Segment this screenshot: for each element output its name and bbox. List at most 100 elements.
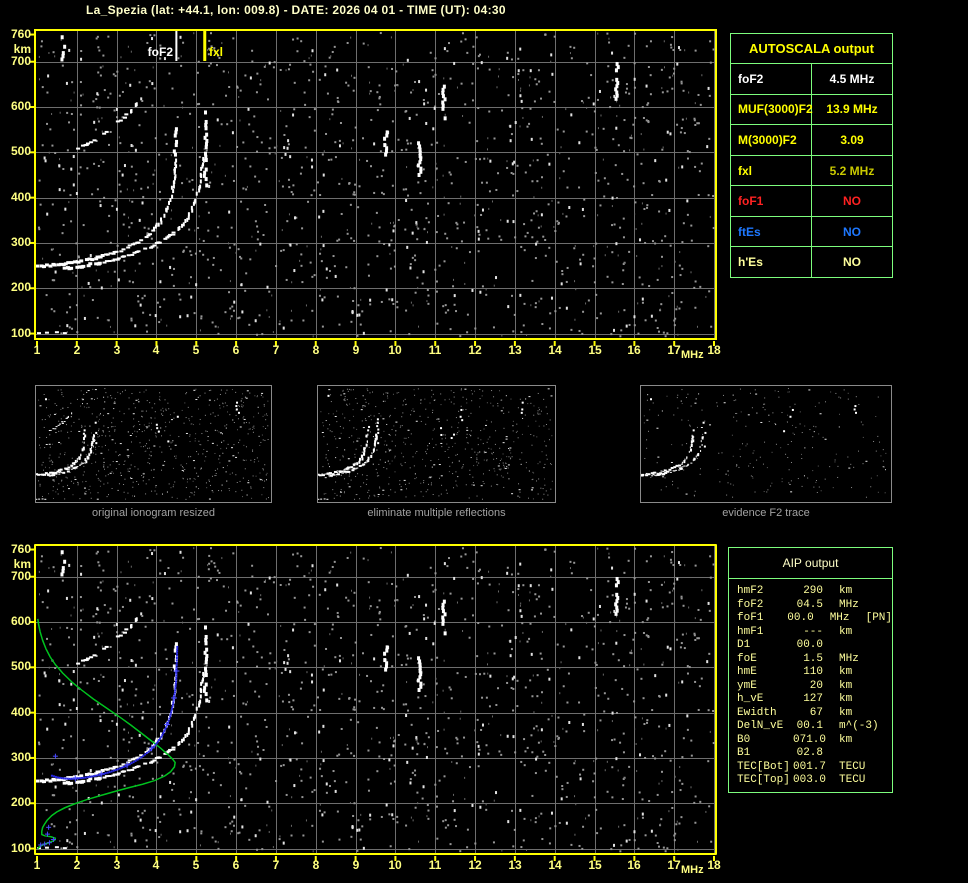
- aip-row-value: 001.7: [793, 760, 827, 773]
- aip-row-value: 67: [809, 706, 823, 719]
- thumbnail-eliminate-canvas: [318, 386, 555, 502]
- autoscala-row-value: NO: [843, 255, 861, 270]
- y-axis-tick-label: 760: [10, 27, 31, 41]
- autoscala-row: M(3000)F2 3.09: [731, 124, 892, 155]
- aip-row-label: TEC[Bot]: [737, 760, 790, 773]
- aip-row-unit: [839, 747, 877, 761]
- aip-row-label: TEC[Top]: [737, 774, 790, 786]
- aip-row-label: D1: [737, 639, 751, 651]
- aip-row: foE 1.5 MHz: [737, 653, 892, 667]
- thumbnail-original-ionogram: [35, 385, 272, 503]
- aip-row: hmF2 290 km: [737, 585, 892, 599]
- x-axis-tick-label: 9: [352, 858, 360, 872]
- x-axis-tick-label: 7: [272, 343, 280, 357]
- x-axis-tick-label: 5: [192, 343, 200, 357]
- x-axis-tick-label: 1: [33, 858, 41, 872]
- y-axis-tick-label: 600: [10, 614, 31, 628]
- x-axis-tick-label: 8: [312, 343, 320, 357]
- y-axis-tick-label: 300: [10, 750, 31, 764]
- autoscala-row-label: fxl: [731, 155, 812, 186]
- thumbnail-caption-original: original ionogram resized: [92, 507, 215, 519]
- y-axis-tick-label: 700: [10, 569, 31, 583]
- x-axis-tick-label: 9: [352, 343, 360, 357]
- aip-row-label: ymE: [737, 679, 757, 692]
- y-axis-tick-label: 500: [10, 144, 31, 158]
- aip-row-unit: km: [839, 666, 853, 678]
- aip-row-label: hmF1: [737, 625, 764, 638]
- y-axis-tick-label: 600: [10, 99, 31, 113]
- x-axis-tick-label: 1: [33, 343, 41, 357]
- aip-row-unit: TECU: [839, 774, 866, 786]
- aip-row-label: Ewidth: [737, 706, 777, 719]
- thumbnail-caption-eliminate: eliminate multiple reflections: [367, 507, 506, 519]
- thumbnail-eliminate-reflections: [317, 385, 556, 503]
- aip-row-value: 02.8: [796, 747, 823, 759]
- x-axis-tick-label: 11: [428, 858, 442, 872]
- autoscala-row-label: ftEs: [731, 216, 812, 247]
- x-axis-tick-label: 11: [428, 343, 442, 357]
- aip-row-value: 00.0: [787, 612, 814, 624]
- aip-row-label: DelN_vE: [737, 720, 784, 732]
- aip-row-unit: m^(-3): [839, 720, 879, 732]
- x-axis-tick-label: 18: [707, 858, 721, 872]
- aip-row-unit: km: [839, 585, 853, 597]
- thumbnail-evidence-f2: [640, 385, 892, 503]
- autoscala-row-value: 5.2 MHz: [829, 163, 875, 178]
- aip-panel-header: AIP output: [729, 548, 892, 579]
- thumbnail-original-canvas: [36, 386, 271, 502]
- aip-row-label: B0: [737, 733, 751, 746]
- aip-row: foF2 04.5 MHz: [737, 599, 892, 613]
- autoscala-row-label: h'Es: [731, 247, 812, 278]
- autoscala-window: La_Spezia (lat: +44.1, lon: 009.8) - DAT…: [0, 0, 968, 883]
- x-axis-tick-label: 8: [312, 858, 320, 872]
- aip-row-label: B1: [737, 747, 751, 759]
- aip-output-panel: AIP output hmF2 290 km foF2 04.5 MHz foF1 00.0 M…: [728, 547, 893, 793]
- y-axis-tick-label: 400: [10, 705, 31, 719]
- y-axis-tick-label: 760: [10, 542, 31, 556]
- autoscala-output-panel: AUTOSCALA output foF2 4.5 MHz MUF(3000)F2 1…: [730, 33, 893, 278]
- fxl-marker-label: fxl: [209, 45, 224, 59]
- aip-row-unit: km: [839, 706, 853, 719]
- x-axis-tick-label: 12: [468, 858, 482, 872]
- aip-row: D1 00.0: [737, 639, 892, 653]
- x-axis-tick-label: 14: [548, 858, 562, 872]
- aip-row-value: 290: [803, 585, 823, 597]
- aip-row: hmF1 --- km: [737, 626, 892, 640]
- autoscala-row-value: 3.09: [840, 132, 864, 147]
- y-axis-tick-label: 700: [10, 54, 31, 68]
- aip-row: B0 071.0 km: [737, 734, 892, 748]
- x-axis-tick-label: 3: [113, 343, 121, 357]
- aip-row-value: 1.5: [803, 652, 823, 665]
- autoscala-row-label: M(3000)F2: [731, 125, 812, 155]
- bottom-ionogram-canvas: [29, 540, 721, 862]
- x-axis-tick-label: 17: [667, 858, 681, 872]
- aip-row-unit: MHz: [829, 612, 850, 624]
- x-axis-tick-label: 10: [388, 858, 402, 872]
- top-ionogram-canvas: [29, 25, 721, 347]
- x-axis-tick-label: 12: [468, 343, 482, 357]
- x-axis-tick-label: 3: [113, 858, 121, 872]
- x-axis-tick-label: 16: [627, 343, 641, 357]
- x-axis-tick-label: 16: [627, 858, 641, 872]
- autoscala-row-value: 4.5 MHz: [829, 71, 875, 86]
- x-axis-tick-label: 2: [73, 858, 81, 872]
- aip-row-label: foF2: [737, 598, 764, 611]
- x-axis-tick-label: 4: [152, 343, 160, 357]
- autoscala-row: fxl 5.2 MHz: [731, 154, 892, 186]
- x-axis-tick-label: 7: [272, 858, 280, 872]
- x-axis-tick-label: 17: [667, 343, 681, 357]
- thumbnail-caption-evidence: evidence F2 trace: [722, 507, 810, 519]
- aip-row: h_vE 127 km: [737, 693, 892, 707]
- y-axis-tick-label: 200: [10, 795, 31, 809]
- x-axis-tick-label: 6: [232, 858, 240, 872]
- aip-row-label: foF1: [737, 612, 764, 624]
- aip-row-label: hmE: [737, 666, 757, 678]
- aip-row-value: 00.0: [796, 639, 823, 651]
- aip-row: DelN_vE 00.1 m^(-3): [737, 720, 892, 734]
- aip-row-value: 003.0: [793, 774, 827, 786]
- x-axis-tick-label: 5: [192, 858, 200, 872]
- aip-row-label: hmF2: [737, 585, 764, 597]
- aip-row-unit: km: [839, 733, 853, 746]
- aip-row-value: ---: [803, 625, 823, 638]
- x-axis-tick-label: 13: [508, 343, 522, 357]
